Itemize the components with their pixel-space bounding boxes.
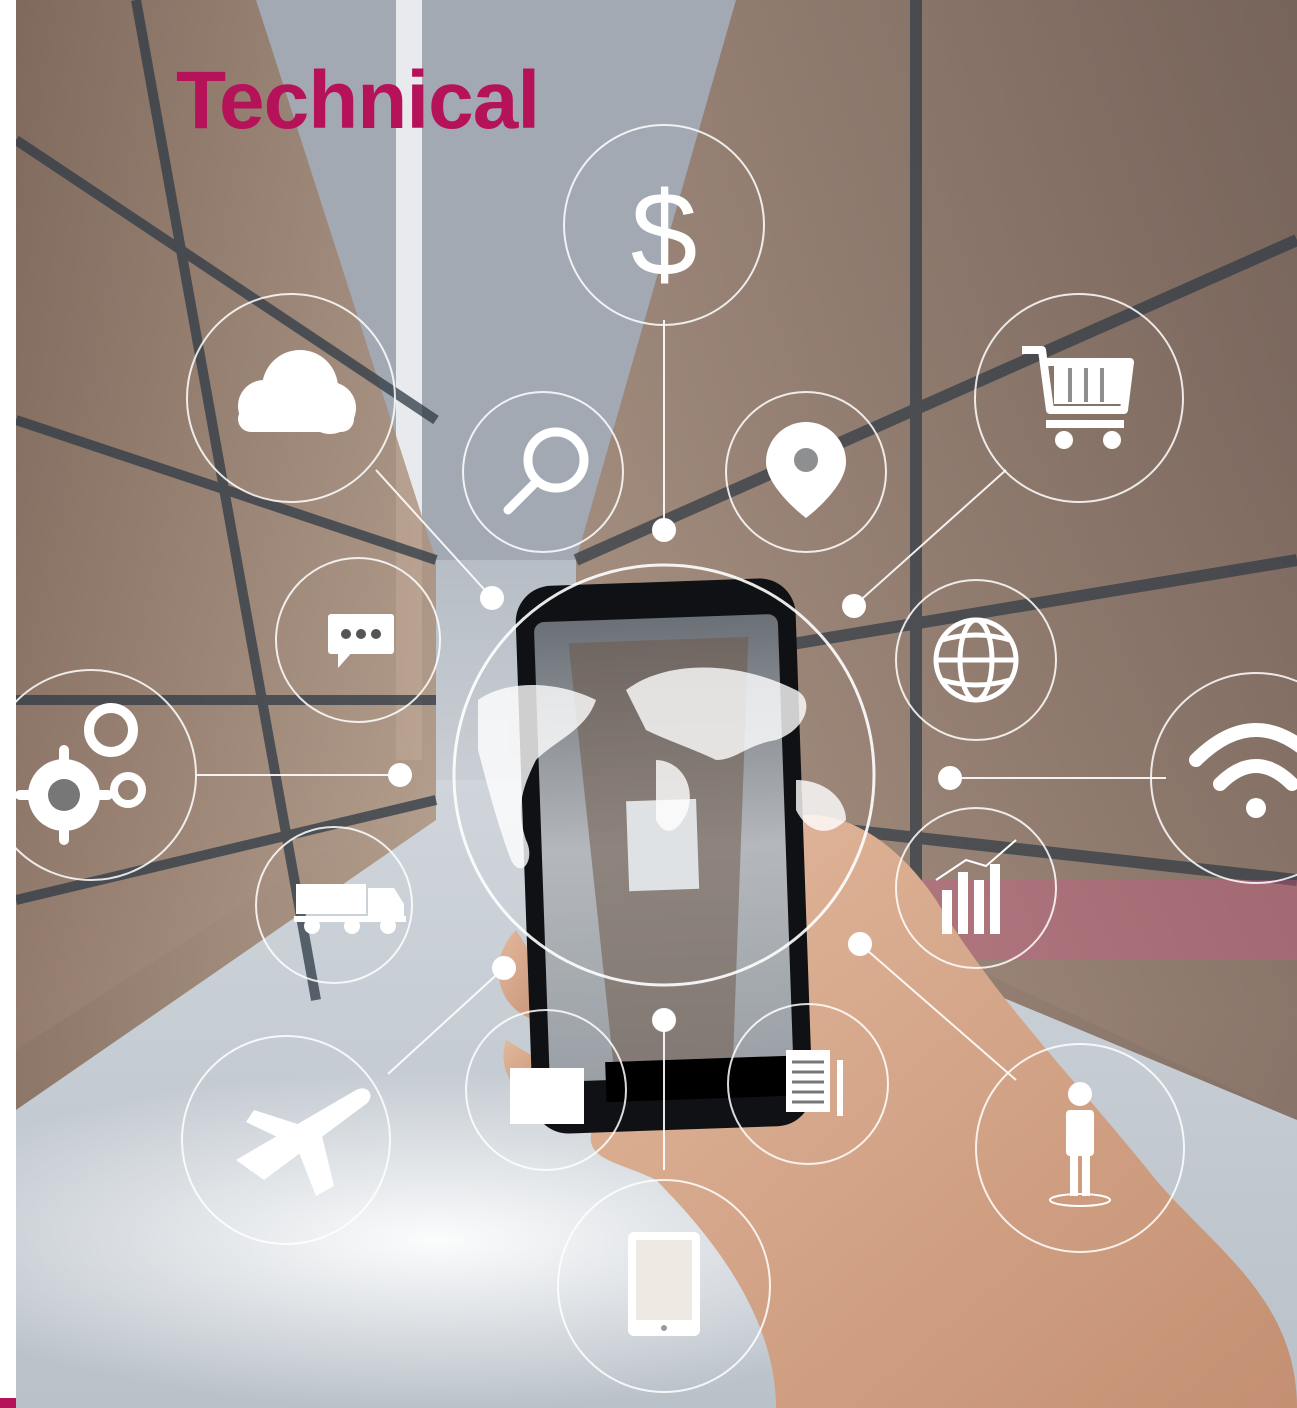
accent-bar [0, 1398, 16, 1408]
tablet-icon [628, 1232, 700, 1336]
svg-text:$: $ [631, 167, 698, 301]
page-title: Technical [176, 55, 540, 146]
envelope-icon [510, 1068, 584, 1124]
warehouse-scene: $ Technical [16, 0, 1297, 1408]
warehouse-artwork: $ [16, 0, 1297, 1408]
dollar-icon: $ [631, 167, 698, 301]
truck-icon [294, 884, 406, 934]
